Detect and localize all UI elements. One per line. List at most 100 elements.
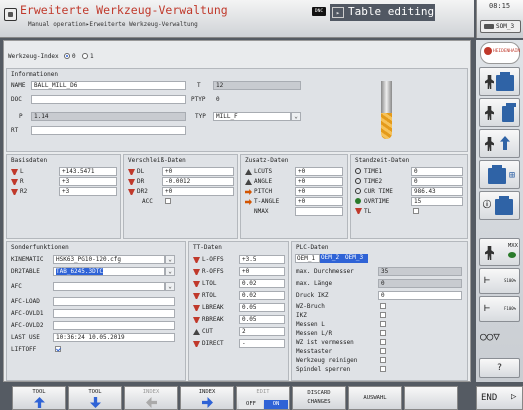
tool-preview [352,77,422,147]
dr2table-select[interactable]: TAB_6245.3DTC [53,267,165,276]
help-button[interactable]: ? [479,358,520,378]
dr-field[interactable]: -0.0012 [162,177,234,186]
afc-ovld2-field[interactable] [53,321,175,330]
ikz-checkbox[interactable] [380,312,386,318]
side-btn-s100[interactable]: ⊢ S100% [479,268,520,294]
edit-on-label: ON [264,400,288,409]
rbreak-field[interactable]: 0.05 [239,315,285,324]
operator-icon [485,246,494,260]
kinematic-dropdown-icon[interactable]: ⌄ [165,255,175,264]
ball-mill-icon [381,113,392,139]
dr2-field[interactable]: +0 [162,187,234,196]
basis-r-field[interactable]: +3 [59,177,117,186]
plc-tab-oem2[interactable]: OEM_2 [320,254,344,263]
rtol-field[interactable]: 0.02 [239,291,285,300]
index-next-softkey[interactable]: INDEX [180,386,234,410]
plc-tab-oem3[interactable]: OEM_3 [344,254,368,263]
afc-select[interactable] [53,282,165,291]
side-btn-1[interactable] [479,67,520,96]
name-field[interactable]: BALL_MILL_D6 [31,81,186,90]
side-btn-3[interactable] [479,129,520,158]
dr2-icon [128,189,135,195]
wz-vermessen-checkbox[interactable] [380,339,386,345]
empty-softkey-1[interactable] [404,386,458,410]
table-editing-mode[interactable]: ▸ Table editing [330,4,435,21]
end-button[interactable]: END ▷ [476,386,523,410]
werkzeug-reinigen-checkbox[interactable] [380,357,386,363]
druck-ikz-field[interactable]: 0 [378,291,462,300]
cut-field[interactable]: 2 [239,327,285,336]
main-panel: Werkzeug-Index 0 1 Informationen NAME BA… [3,40,471,382]
time1-field[interactable]: 0 [411,167,463,176]
messen-l-checkbox[interactable] [380,321,386,327]
side-btn-mxx[interactable]: MXX [479,238,520,266]
cur-time-field[interactable]: 986.43 [411,187,463,196]
t-angle-field[interactable]: +0 [295,197,343,206]
angle-icon [245,179,252,185]
side-btn-4[interactable]: ⊞ [479,160,520,189]
typ-dropdown-icon[interactable]: ⌄ [291,112,301,121]
p-field[interactable]: 1.14 [31,112,186,121]
messen-lr-checkbox[interactable] [380,330,386,336]
auswahl-softkey[interactable]: AUSWAHL [348,386,402,410]
messtaster-checkbox[interactable] [380,348,386,354]
index-prev-softkey[interactable]: INDEX [124,386,178,410]
typ-select[interactable]: MILL_F [213,112,291,121]
side-btn-f100[interactable]: ⊢ F100% [479,296,520,322]
tl-checkbox[interactable] [413,208,419,214]
lbreak-field[interactable]: 0.05 [239,303,285,312]
tool-next-softkey[interactable]: TOOL [68,386,122,410]
rt-field[interactable] [31,126,186,135]
edit-softkey[interactable]: EDIT OFF ON [236,386,290,410]
afc-ovld1-label: AFC-OVLD1 [11,310,44,317]
side-btn-5[interactable]: ⓘ [479,191,520,220]
basis-l-field[interactable]: +143.5471 [59,167,117,176]
kinematic-select[interactable]: HSK63_PG10-120.cfg [53,255,165,264]
tool-prev-softkey[interactable]: TOOL [12,386,66,410]
ptyp-field[interactable]: 0 [213,95,301,104]
direct-field[interactable]: - [239,339,285,348]
last-use-field[interactable]: 10:36:24 10.05.2019 [53,333,175,342]
afc-dropdown-icon[interactable]: ⌄ [165,282,175,291]
pitch-field[interactable]: +0 [295,187,343,196]
index-radio-0[interactable] [64,53,70,59]
t-field[interactable]: 12 [213,81,301,90]
nmax-field[interactable] [295,207,343,216]
doc-field[interactable] [31,95,186,104]
max-laenge-field[interactable]: 0 [378,279,462,288]
ovrtime-field[interactable]: 15 [411,197,463,206]
clock-panel: 08:15 SOM_3 [476,0,523,38]
discard-changes-softkey[interactable]: DISCARD CHANGES [292,386,346,410]
max-durchmesser-field[interactable]: 35 [378,267,462,276]
r-offs-field[interactable]: +0 [239,267,285,276]
ltol-icon [193,281,200,287]
plc-tab-oem1[interactable]: OEM_1 [295,254,320,263]
afc-load-field[interactable] [53,297,175,306]
edit-off-label: OFF [239,400,263,409]
lcuts-field[interactable]: +0 [295,167,343,176]
feed-override-icon: ⊢ [484,303,491,314]
l-offs-field[interactable]: +3.5 [239,255,285,264]
manual-mode-icon [4,8,17,21]
basis-r2-field[interactable]: +3 [59,187,117,196]
breadcrumb: Manual operation▸Erweiterte Werkzeug-Ver… [28,21,198,28]
side-btn-2[interactable] [479,98,520,127]
ovrtime-icon [355,198,361,204]
rotation-icons[interactable]: ○○▽ [480,330,520,346]
time2-field[interactable]: 0 [411,177,463,186]
dl-icon [128,169,135,175]
afc-ovld1-field[interactable] [53,309,175,318]
dr2table-dropdown-icon[interactable]: ⌄ [165,267,175,276]
table-editing-label: Table editing [348,5,435,18]
dl-field[interactable]: +0 [162,167,234,176]
spindel-sperren-checkbox[interactable] [380,366,386,372]
liftoff-checkbox[interactable] [55,346,61,352]
som-button[interactable]: SOM_3 [480,20,521,33]
rtol-label: RTOL [202,292,217,299]
ltol-field[interactable]: 0.02 [239,279,285,288]
page-title: Erweiterte Werkzeug-Verwaltung [20,3,228,17]
angle-field[interactable]: +0 [295,177,343,186]
acc-checkbox[interactable] [165,198,171,204]
wz-bruch-checkbox[interactable] [380,303,386,309]
index-radio-1[interactable] [82,53,88,59]
